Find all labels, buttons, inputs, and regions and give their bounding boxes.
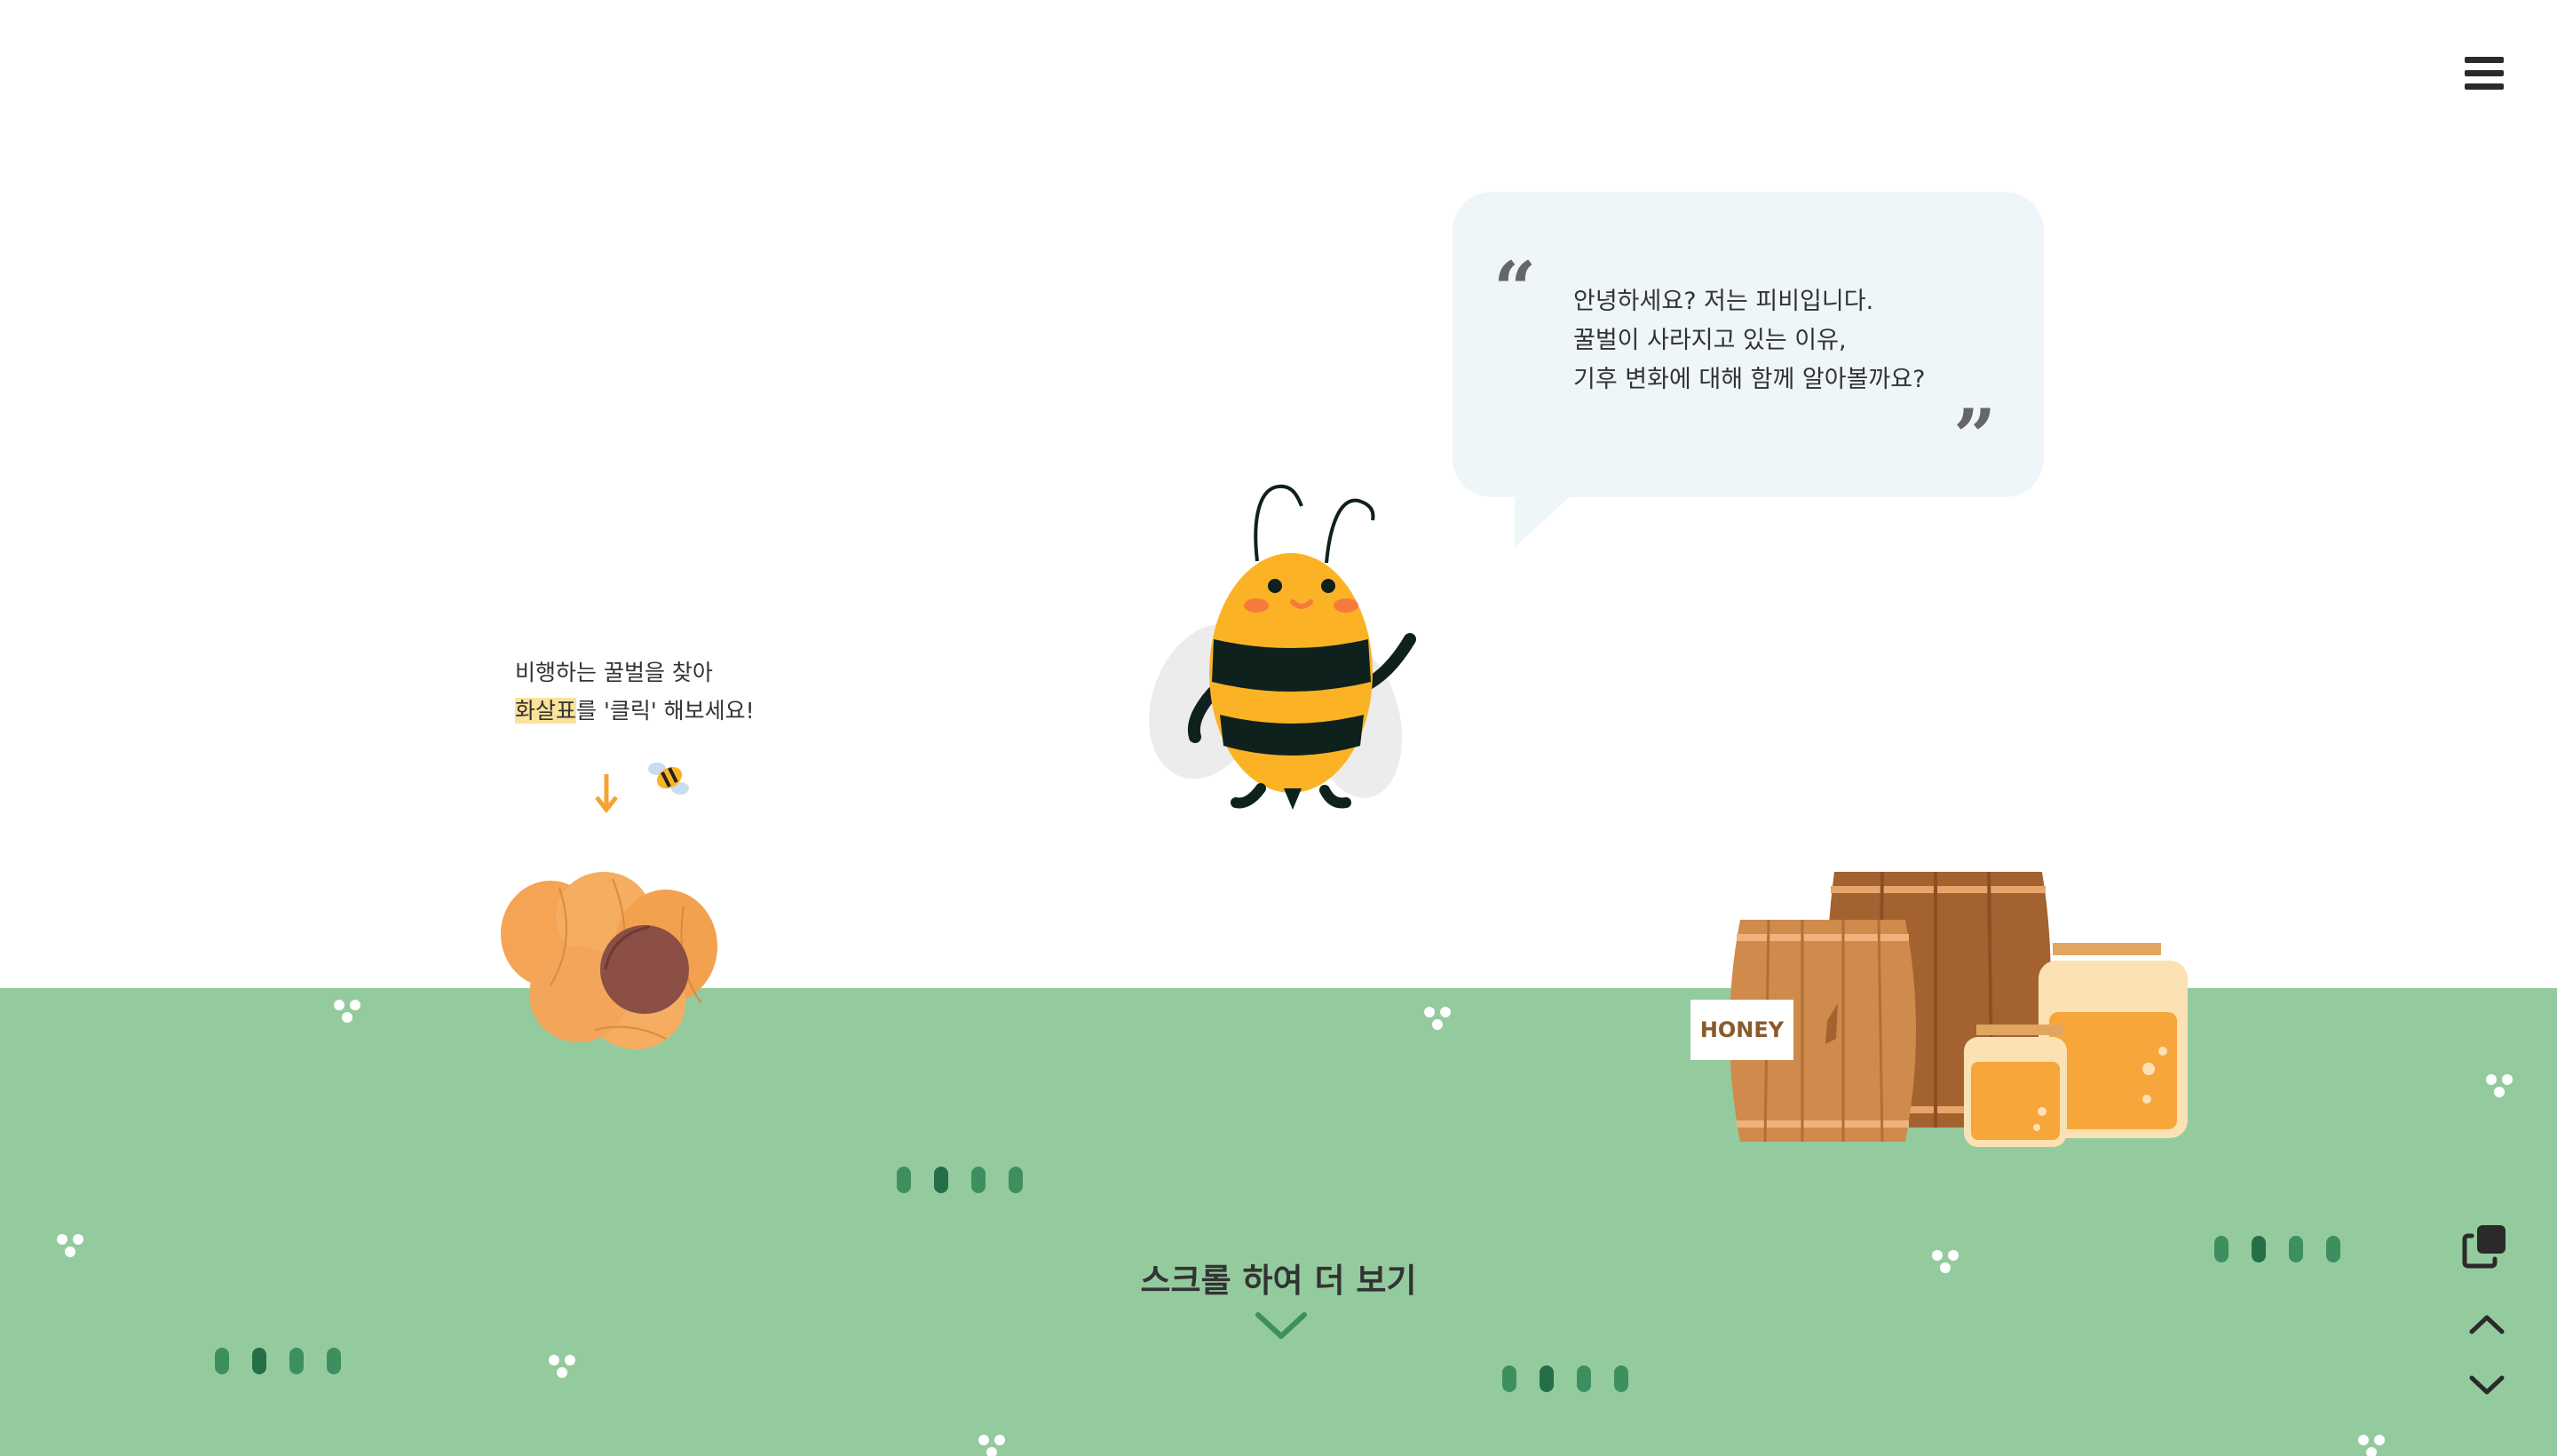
flying-bee-icon[interactable] (645, 755, 696, 799)
speech-line: 기후 변화에 대해 함께 알아볼까요? (1573, 366, 1926, 393)
flower-dots (2486, 1074, 2513, 1097)
grass-tuft (1502, 1365, 1628, 1392)
hint-line-2-rest: 를 '클릭' 해보세요! (576, 698, 755, 724)
honey-label: HONEY (1699, 1017, 1785, 1042)
hint-line-1: 비행하는 꿀벌을 찾아 (515, 660, 713, 685)
scroll-prompt-label: 스크롤 하여 더 보기 (1140, 1262, 1417, 1300)
grass-tuft (897, 1167, 1023, 1193)
flower-dots (549, 1355, 575, 1378)
chevron-down-icon[interactable] (2466, 1371, 2507, 1399)
speech-line: 꿀벌이 사라지고 있는 이유, (1573, 327, 1847, 354)
flower-dots (1424, 1007, 1451, 1030)
bee-character (1149, 484, 1416, 810)
flower-dots (1932, 1250, 1959, 1273)
hint-text: 비행하는 꿀벌을 찾아 화살표를 '클릭' 해보세요! (515, 653, 755, 730)
hint-highlight: 화살표 (515, 698, 577, 724)
grass-tuft (2214, 1236, 2340, 1262)
flower-dots (2358, 1435, 2385, 1456)
close-quote-icon: ” (1953, 392, 1997, 480)
grass-tuft (215, 1348, 341, 1374)
hamburger-menu-icon[interactable] (2461, 51, 2511, 96)
copy-icon[interactable] (2461, 1222, 2511, 1271)
flower-illustration (501, 872, 717, 1049)
flower-dots (334, 1000, 360, 1023)
scroll-down-chevron-icon[interactable] (1255, 1311, 1308, 1341)
arrow-down-icon[interactable] (593, 772, 620, 813)
hint-line-2: 화살표를 '클릭' 해보세요! (515, 692, 755, 730)
flower-dots (57, 1234, 83, 1257)
chevron-up-icon[interactable] (2466, 1310, 2507, 1339)
speech-bubble-text: 안녕하세요? 저는 피비입니다. 꿀벌이 사라지고 있는 이유, 기후 변화에 … (1573, 282, 1925, 400)
speech-bubble-tail (1515, 495, 1571, 547)
flower-dots (978, 1435, 1005, 1456)
open-quote-icon: “ (1493, 245, 1537, 333)
speech-line: 안녕하세요? 저는 피비입니다. (1573, 288, 1874, 315)
